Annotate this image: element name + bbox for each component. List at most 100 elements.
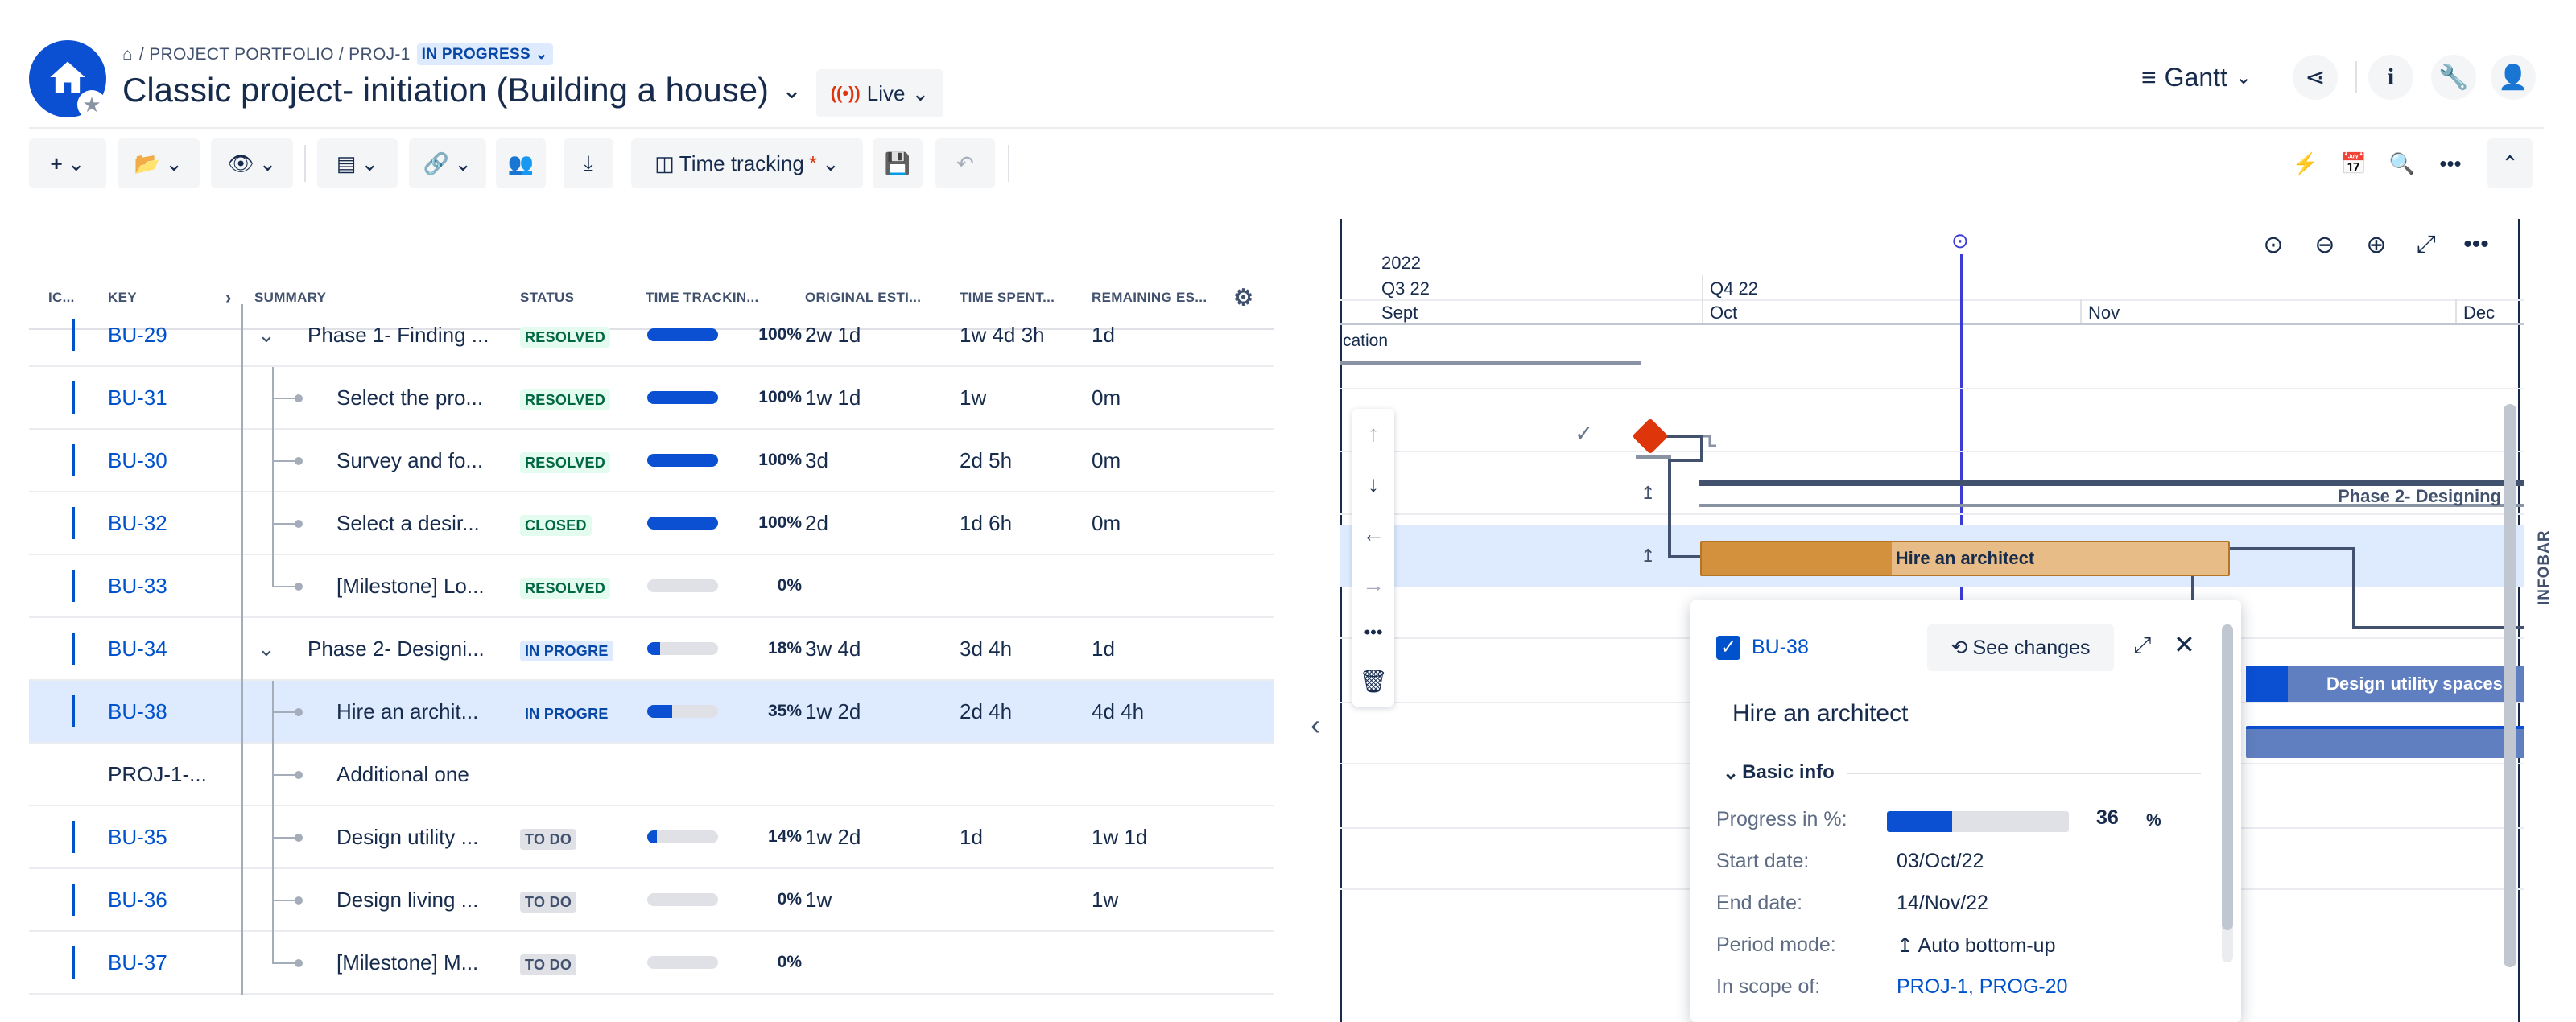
search-icon[interactable]: 🔍 xyxy=(2380,138,2425,188)
popup-issue-key[interactable]: BU-38 xyxy=(1752,636,1809,659)
status-cell[interactable]: RESOLVED xyxy=(520,430,611,493)
import-button[interactable]: ⤓ xyxy=(564,138,613,188)
row-key[interactable]: BU-32 xyxy=(108,492,167,554)
table-row[interactable]: BU-30 Survey and fo... RESOLVED 100% 3d 2d 5h… xyxy=(29,430,1274,492)
original-estimate[interactable]: 2d xyxy=(805,492,828,554)
original-estimate[interactable]: 1w 2d xyxy=(805,681,861,742)
row-summary[interactable]: [Milestone] M... xyxy=(336,932,478,993)
row-key[interactable]: BU-29 xyxy=(108,304,167,365)
star-icon[interactable]: ★ xyxy=(77,90,106,119)
row-summary[interactable]: Select a desir... xyxy=(336,492,480,554)
table-row[interactable]: BU-35 Design utility ... TO DO 14% 1w 2d 1d 1w… xyxy=(29,806,1274,869)
view-selector[interactable]: ≡ Gantt ⌄ xyxy=(2141,53,2252,101)
status-cell[interactable]: CLOSED xyxy=(520,492,592,556)
infobar-tab[interactable]: INFOBAR xyxy=(2536,530,2553,605)
collapse-up-icon[interactable]: ⌃ xyxy=(2487,138,2533,188)
progress-value[interactable]: 36 xyxy=(2096,806,2119,830)
period-mode-value[interactable]: ↥ Auto bottom-up xyxy=(1897,933,2055,958)
table-row[interactable]: BU-31 Select the pro... RESOLVED 100% 1w 1d 1… xyxy=(29,367,1274,430)
status-cell[interactable]: TO DO xyxy=(520,806,577,870)
original-estimate[interactable]: 2w 1d xyxy=(805,304,861,365)
checkbox-icon[interactable]: ✓ xyxy=(1716,636,1740,660)
see-changes-button[interactable]: ⟲ See changes xyxy=(1927,624,2114,671)
progress-bar[interactable] xyxy=(1887,811,2069,832)
row-key[interactable]: BU-34 xyxy=(108,618,167,679)
more-icon[interactable]: ••• xyxy=(1364,622,1382,643)
row-key[interactable]: BU-38 xyxy=(108,681,167,742)
row-summary[interactable]: [Milestone] Lo... xyxy=(336,555,485,616)
calendar-icon[interactable]: 📅 xyxy=(2331,138,2376,188)
row-summary[interactable]: Hire an archit... xyxy=(336,681,478,742)
remaining-estimate[interactable]: 4d 4h xyxy=(1092,681,1144,742)
collapse-left-icon[interactable]: ‹ xyxy=(1311,708,1320,742)
table-row[interactable]: PROJ-1-... Additional one xyxy=(29,744,1274,806)
table-row[interactable]: BU-37 [Milestone] M... TO DO 0% xyxy=(29,932,1274,995)
columns-button[interactable]: ▤ ⌄ xyxy=(317,138,398,188)
link-button[interactable]: 🔗 ⌄ xyxy=(409,138,486,188)
expand-icon[interactable]: ⤢ xyxy=(2133,633,2151,659)
row-summary[interactable]: Additional one xyxy=(336,744,469,805)
scrollbar-thumb[interactable] xyxy=(2504,404,2516,967)
original-estimate[interactable]: 1w 2d xyxy=(805,806,861,867)
row-key[interactable]: BU-33 xyxy=(108,555,167,616)
chevron-down-icon[interactable]: ⌄ xyxy=(782,76,802,105)
chevron-down-icon[interactable]: ⌄ xyxy=(258,304,275,365)
remaining-estimate[interactable]: 1w xyxy=(1092,869,1118,930)
info-icon[interactable]: i xyxy=(2368,55,2413,100)
time-spent[interactable]: 2d 4h xyxy=(960,681,1012,742)
table-row[interactable]: BU-33 [Milestone] Lo... RESOLVED 0% xyxy=(29,555,1274,618)
row-key[interactable]: BU-35 xyxy=(108,806,167,867)
row-key[interactable]: BU-37 xyxy=(108,932,167,993)
utility-bar[interactable]: Design utility spaces xyxy=(2246,666,2524,702)
remaining-estimate[interactable]: 1d xyxy=(1092,304,1115,365)
gantt-scrollbar[interactable] xyxy=(2504,404,2516,967)
time-spent[interactable]: 1w 4d 3h xyxy=(960,304,1045,365)
remaining-estimate[interactable]: 1w 1d xyxy=(1092,806,1147,867)
original-estimate[interactable]: 1w xyxy=(805,869,832,930)
user-icon[interactable]: 👤 xyxy=(2491,55,2536,100)
breadcrumb-path[interactable]: / PROJECT PORTFOLIO / PROJ-1 xyxy=(139,45,411,64)
add-button[interactable]: + ⌄ xyxy=(29,138,106,188)
row-summary[interactable]: Phase 2- Designi... xyxy=(308,618,485,679)
row-summary[interactable]: Survey and fo... xyxy=(336,430,483,491)
view-options-button[interactable]: 👁 ⌄ xyxy=(211,138,293,188)
lightning-icon[interactable]: ⚡ xyxy=(2283,138,2328,188)
row-key[interactable]: BU-36 xyxy=(108,869,167,930)
table-row[interactable]: BU-32 Select a desir... CLOSED 100% 2d 1d 6h 0… xyxy=(29,492,1274,555)
row-summary[interactable]: Select the pro... xyxy=(336,367,483,428)
table-row[interactable]: BU-38 Hire an archit... IN PROGRE 35% 1w 2d 2… xyxy=(29,681,1274,744)
team-button[interactable]: 👥 xyxy=(496,138,546,188)
arrow-right-icon[interactable]: → xyxy=(1362,572,1385,598)
time-spent[interactable]: 3d 4h xyxy=(960,618,1012,679)
row-key[interactable]: BU-30 xyxy=(108,430,167,491)
remaining-estimate[interactable]: 0m xyxy=(1092,492,1121,554)
remaining-estimate[interactable]: 0m xyxy=(1092,430,1121,491)
arrow-down-icon[interactable]: ↓ xyxy=(1368,472,1379,497)
time-spent[interactable]: 1d xyxy=(960,806,983,867)
architect-bar[interactable]: Hire an architect xyxy=(1700,541,2230,576)
status-cell[interactable]: RESOLVED xyxy=(520,304,611,368)
live-button[interactable]: ((•)) Live ⌄ xyxy=(816,69,943,117)
time-spent[interactable]: 1w xyxy=(960,367,986,428)
original-estimate[interactable]: 1w 1d xyxy=(805,367,861,428)
chevron-down-icon[interactable]: ⌄ xyxy=(258,618,275,679)
original-estimate[interactable]: 3d xyxy=(805,430,828,491)
status-cell[interactable]: IN PROGRE xyxy=(520,681,613,744)
remaining-estimate[interactable]: 1d xyxy=(1092,618,1115,679)
status-cell[interactable]: TO DO xyxy=(520,932,577,995)
basic-info-section[interactable]: ⌄ Basic info xyxy=(1723,761,1835,785)
folder-button[interactable]: 📂 ⌄ xyxy=(118,138,200,188)
table-row[interactable]: BU-34 ⌄ Phase 2- Designi... IN PROGRE 18% 3w … xyxy=(29,618,1274,681)
table-row[interactable]: BU-36 Design living ... TO DO 0% 1w 1w xyxy=(29,869,1274,932)
scope-value[interactable]: PROJ-1, PROG-20 xyxy=(1897,975,2068,999)
status-cell[interactable]: RESOLVED xyxy=(520,555,611,619)
row-summary[interactable]: Design utility ... xyxy=(336,806,478,867)
status-cell[interactable]: TO DO xyxy=(520,869,577,933)
arrow-left-icon[interactable]: ← xyxy=(1362,521,1385,547)
time-spent[interactable]: 2d 5h xyxy=(960,430,1012,491)
time-spent[interactable]: 1d 6h xyxy=(960,492,1012,554)
start-date-value[interactable]: 03/Oct/22 xyxy=(1897,850,1984,873)
save-button[interactable]: 💾 xyxy=(873,138,923,188)
scrollbar-thumb[interactable] xyxy=(2222,624,2233,930)
table-row[interactable]: BU-29 ⌄ Phase 1- Finding ... RESOLVED 100% 2w… xyxy=(29,304,1274,367)
